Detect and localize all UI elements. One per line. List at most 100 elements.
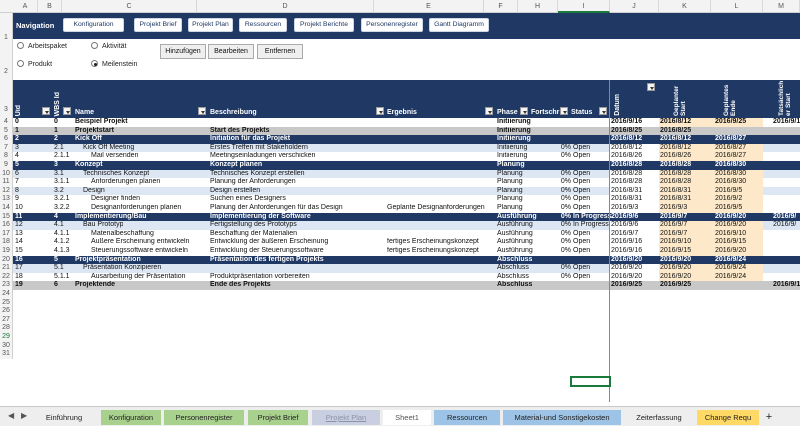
cell-status[interactable]: Open (573, 187, 590, 196)
cell-uid[interactable]: 9 (15, 195, 19, 204)
cell-date[interactable]: 2016/9/20 (611, 256, 642, 265)
cell-result[interactable]: Geplante Designanforderungen (387, 204, 485, 213)
cell-uid[interactable]: 13 (15, 230, 23, 239)
cell-ps[interactable]: 2016/8/12 (660, 144, 691, 153)
cell-ps[interactable]: 2016/9/20 (660, 256, 691, 265)
cell-prog[interactable]: 0% (531, 195, 571, 204)
cell-status[interactable]: Open (573, 204, 590, 213)
row-header-22[interactable]: 22 (0, 272, 13, 282)
cell-uid[interactable]: 3 (15, 144, 19, 153)
cell-uid[interactable]: 7 (15, 178, 19, 187)
cell-desc[interactable]: Entwicklung der Steuerungssoftware (210, 247, 324, 256)
nav-button-projekt-brief[interactable]: Projekt Brief (134, 18, 182, 32)
cell-date[interactable]: 2016/8/26 (611, 152, 642, 161)
row-header-10[interactable]: 10 (0, 169, 13, 179)
radio-arbeitspaket[interactable]: Arbeitspaket (17, 42, 67, 50)
cell-phase[interactable]: Abschluss (497, 281, 532, 290)
cell-wbs[interactable]: 5.1.1 (54, 273, 70, 282)
column-header-b[interactable]: B (38, 0, 62, 13)
cell-wbs[interactable]: 4.1 (54, 221, 64, 230)
cell-phase[interactable]: Initiierung (497, 127, 531, 136)
cell-date[interactable]: 2016/9/3 (611, 204, 638, 213)
cell-pe[interactable]: 2016/9/20 (715, 213, 746, 222)
cell-wbs[interactable]: 3.1 (54, 170, 64, 179)
cell-phase[interactable]: Planung (497, 161, 525, 170)
row-header-19[interactable]: 19 (0, 247, 13, 256)
cell-wbs[interactable]: 5 (54, 256, 58, 265)
cell-phase[interactable]: Abschluss (497, 256, 532, 265)
cell-pe[interactable]: 2016/9/5 (715, 204, 742, 213)
cell-date[interactable]: 2016/9/6 (611, 213, 638, 222)
cell-ps[interactable]: 2016/8/26 (660, 152, 691, 161)
cell-pe[interactable]: 2016/9/24 (715, 256, 746, 265)
cell-date[interactable]: 2016/9/16 (611, 238, 642, 247)
cell-uid[interactable]: 1 (15, 127, 19, 136)
cell-ps[interactable]: 2016/9/3 (660, 204, 687, 213)
sheet-tab-sheet1[interactable]: Sheet1 (383, 410, 431, 425)
cell-wbs[interactable]: 3 (54, 161, 58, 170)
cell-desc[interactable]: Planung der Anforderungen für das Design (210, 204, 343, 213)
table-row[interactable]: 14 4.1.2 Äußere Erscheinung entwickeln Entw… (13, 238, 800, 247)
row-header-23[interactable]: 23 (0, 281, 13, 290)
row-header-7[interactable]: 7 (0, 143, 13, 153)
cell-result[interactable]: fertiges Erscheinungskonzept (387, 238, 479, 247)
cell-date[interactable]: 2016/9/16 (611, 247, 642, 256)
cell-prog[interactable]: 0% (531, 230, 571, 239)
cell-date[interactable]: 2016/8/12 (611, 144, 642, 153)
row-header-11[interactable]: 11 (0, 178, 13, 187)
cell-phase[interactable]: Planung (497, 195, 523, 204)
cell-pe[interactable]: 2016/9/15 (715, 238, 746, 247)
cell-prog[interactable]: 0% (531, 213, 571, 222)
row-header-12[interactable]: 12 (0, 186, 13, 196)
cell-ps[interactable]: 2016/8/28 (660, 170, 691, 179)
cell-status[interactable]: Open (573, 230, 590, 239)
table-row[interactable]: 13 4.1.1 Materialbeschaffung Beschaffung de… (13, 229, 800, 239)
column-header-k[interactable]: K (659, 0, 711, 13)
cell-desc[interactable]: Ende des Projekts (210, 281, 271, 290)
cell-status[interactable]: Open (573, 238, 590, 247)
column-header-h[interactable]: H (518, 0, 558, 13)
edit-button[interactable]: Bearbeiten (208, 44, 254, 59)
nav-button-projekt-plan[interactable]: Projekt Plan (188, 18, 233, 32)
add-sheet-button[interactable]: + (762, 410, 776, 425)
filter-status-icon[interactable] (599, 107, 607, 115)
cell-pe[interactable]: 2016/9/10 (715, 230, 746, 239)
row-header-20[interactable]: 20 (0, 255, 13, 265)
cell-status[interactable]: Open (573, 178, 590, 187)
cell-uid[interactable]: 2 (15, 135, 19, 144)
sheet-tab-personenregister[interactable]: Personenregister (164, 410, 244, 425)
row-header-21[interactable]: 21 (0, 264, 13, 273)
cell-result[interactable]: fertiges Erscheinungskonzept (387, 247, 479, 256)
cell-date[interactable]: 2016/8/28 (611, 178, 642, 187)
cell-status[interactable]: Open (573, 264, 590, 273)
cell-ps[interactable]: 2016/9/7 (660, 221, 687, 230)
nav-button-gantt-diagramm[interactable]: Gantt Diagramm (429, 18, 489, 32)
cell-wbs[interactable]: 2 (54, 135, 58, 144)
remove-button[interactable]: Entfernen (257, 44, 303, 59)
row-header-9[interactable]: 9 (0, 161, 13, 170)
cell-status[interactable]: Open (573, 247, 590, 256)
cell-date[interactable]: 2016/9/25 (611, 281, 642, 290)
cell-wbs[interactable]: 3.2 (54, 187, 64, 196)
row-header-8[interactable]: 8 (0, 152, 13, 161)
cell-wbs[interactable]: 2.1.1 (54, 152, 70, 161)
row-header-25[interactable]: 25 (0, 298, 13, 308)
table-row[interactable]: 10 3.2.2 Designanforderungen planen Planung… (13, 204, 800, 213)
sheet-tab-konfiguration[interactable]: Konfiguration (101, 410, 161, 425)
cell-desc[interactable]: Implementierung der Software (210, 213, 311, 222)
cell-prog[interactable]: 0% (531, 170, 571, 179)
cell-wbs[interactable]: 4.1.2 (54, 238, 70, 247)
cell-wbs[interactable]: 2.1 (54, 144, 64, 153)
cell-desc[interactable]: Erstes Treffen mit Stakeholdern (210, 144, 308, 153)
cell-desc[interactable]: Meetingseinladungen verschicken (210, 152, 315, 161)
cell-desc[interactable]: Design erstellen (210, 187, 260, 196)
sheet-tab-ressourcen[interactable]: Ressourcen (434, 410, 500, 425)
cell-as[interactable]: 2016/9/ (773, 221, 796, 230)
filter-ergebnis-icon[interactable] (485, 107, 493, 115)
cell-phase[interactable]: Ausführung (497, 247, 533, 256)
table-row[interactable]: 2 2 Kick Off Initiation für das Projekt Init… (13, 135, 800, 144)
cell-uid[interactable]: 10 (15, 204, 23, 213)
cell-desc[interactable]: Entwicklung der äußeren Erscheinung (210, 238, 328, 247)
cell-wbs[interactable]: 6 (54, 281, 58, 290)
cell-date[interactable]: 2016/8/12 (611, 135, 642, 144)
